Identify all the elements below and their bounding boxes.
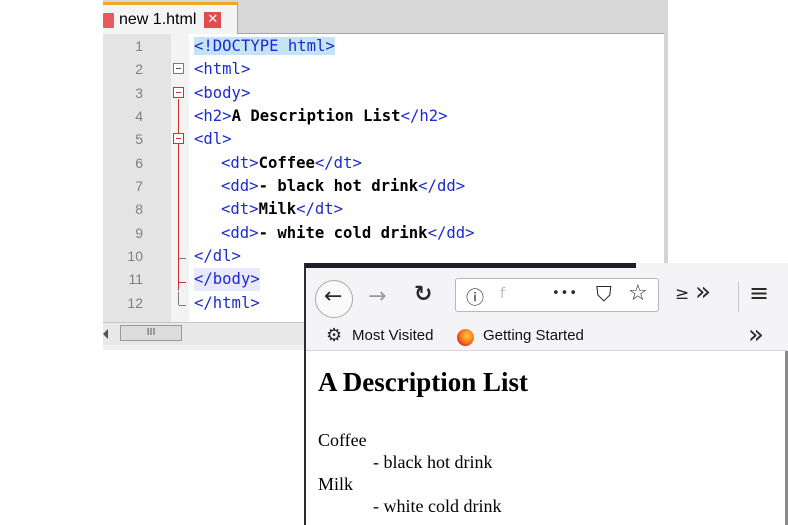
close-tab-icon[interactable]: ✕ — [204, 12, 222, 28]
pocket-icon[interactable]: ⛉ — [596, 282, 612, 307]
back-button[interactable]: ← — [315, 280, 353, 318]
scroll-thumb[interactable]: III — [120, 325, 182, 341]
code-tag: <dt> — [221, 154, 259, 172]
site-info-icon[interactable]: ⓘ — [466, 284, 484, 310]
code-line: 5 <dl> — [103, 128, 664, 151]
extensions-chevron-icon[interactable]: » — [695, 277, 711, 307]
html-file-icon — [103, 12, 114, 28]
line-number: 3 — [135, 85, 143, 101]
bookmarks-overflow-icon[interactable]: » — [748, 320, 764, 350]
toolbar-divider — [738, 282, 739, 312]
code-tag: </dt> — [296, 200, 344, 218]
code-text: A Description List — [231, 107, 401, 125]
code-tag: </dd> — [418, 177, 466, 195]
code-line: 11 </body> — [103, 268, 303, 291]
fold-minus-icon[interactable] — [173, 63, 184, 74]
code-text: Milk — [258, 200, 297, 218]
code-tag: <h2> — [194, 107, 232, 125]
line-number: 6 — [135, 155, 143, 171]
page-heading: A Description List — [318, 367, 529, 397]
code-tag: <dt> — [221, 200, 259, 218]
bookmark-most-visited[interactable]: Most Visited — [352, 327, 433, 344]
page-viewport: A Description List Coffee - black hot dr… — [306, 351, 788, 525]
scroll-left-arrow-icon[interactable] — [103, 329, 108, 339]
code-tag: </body> — [194, 270, 260, 288]
line-number: 10 — [127, 248, 143, 264]
line-number: 8 — [135, 201, 143, 217]
code-line: 4 <h2>A Description List</h2> — [103, 105, 664, 128]
file-tab[interactable]: new 1.html ✕ — [103, 2, 238, 35]
fold-minus-icon[interactable] — [173, 87, 184, 98]
address-bar[interactable]: ⓘ f ••• ⛉ ☆ — [455, 278, 659, 312]
line-number: 2 — [135, 61, 143, 77]
gear-icon: ⚙ — [326, 325, 343, 346]
navigation-toolbar: ← → ↻ ⓘ f ••• ⛉ ☆ ≥ » ≡ — [306, 268, 788, 323]
code-tag: <html> — [194, 60, 251, 78]
firefox-icon — [457, 329, 474, 346]
code-line: 7 <dd>- black hot drink</dd> — [103, 175, 664, 198]
forward-arrow-icon[interactable]: → — [368, 284, 386, 309]
file-tab-label: new 1.html — [119, 11, 197, 28]
code-text: Coffee — [258, 154, 315, 172]
code-tag: </dt> — [314, 154, 362, 172]
code-tag: </dl> — [194, 247, 241, 265]
description-detail: - black hot drink — [373, 452, 493, 472]
bookmarks-toolbar: ⚙ Most Visited Getting Started » — [306, 320, 788, 351]
code-line: 12 </html> — [103, 292, 303, 315]
back-arrow-icon: ← — [324, 284, 343, 309]
line-number: 12 — [127, 295, 143, 311]
code-line: 6 <dt>Coffee</dt> — [103, 152, 664, 175]
line-number: 11 — [128, 271, 143, 287]
line-number: 9 — [135, 225, 143, 241]
fold-minus-icon[interactable] — [173, 133, 184, 144]
description-term: Milk — [318, 474, 354, 494]
page-actions-icon[interactable]: ••• — [552, 286, 578, 301]
code-tag: </html> — [194, 294, 260, 312]
code-tag: </dd> — [427, 224, 475, 242]
description-detail: - white cold drink — [373, 496, 502, 516]
code-text: - white cold drink — [258, 224, 428, 242]
editor-tab-bar: new 1.html ✕ — [103, 0, 668, 35]
reload-icon[interactable]: ↻ — [414, 282, 432, 307]
code-tag: </h2> — [400, 107, 448, 125]
toolbar-overflow-icon[interactable]: ≥ — [675, 284, 689, 304]
code-tag: <dl> — [194, 130, 232, 148]
hamburger-menu-icon[interactable]: ≡ — [749, 279, 769, 307]
browser-window: ← → ↻ ⓘ f ••• ⛉ ☆ ≥ » ≡ ⚙ Most Visited G… — [304, 263, 788, 525]
url-text: f — [500, 286, 505, 302]
line-number: 7 — [135, 178, 143, 194]
line-number: 1 — [135, 38, 143, 54]
line-number: 5 — [135, 131, 143, 147]
description-term: Coffee — [318, 430, 367, 450]
bookmark-star-icon[interactable]: ☆ — [628, 281, 648, 306]
code-tag: <dd> — [221, 177, 259, 195]
code-tag: <dd> — [221, 224, 259, 242]
code-text: - black hot drink — [258, 177, 419, 195]
code-tag: <body> — [194, 84, 251, 102]
line-number: 4 — [135, 108, 143, 124]
code-line: 1 <!DOCTYPE html> — [103, 35, 664, 58]
code-line: 9 <dd>- white cold drink</dd> — [103, 222, 664, 245]
bookmark-getting-started[interactable]: Getting Started — [483, 327, 584, 344]
code-line: 8 <dt>Milk</dt> — [103, 198, 664, 221]
code-tag: <!DOCTYPE html> — [194, 37, 335, 55]
code-line: 2 <html> — [103, 58, 664, 81]
code-line: 3 <body> — [103, 82, 664, 105]
